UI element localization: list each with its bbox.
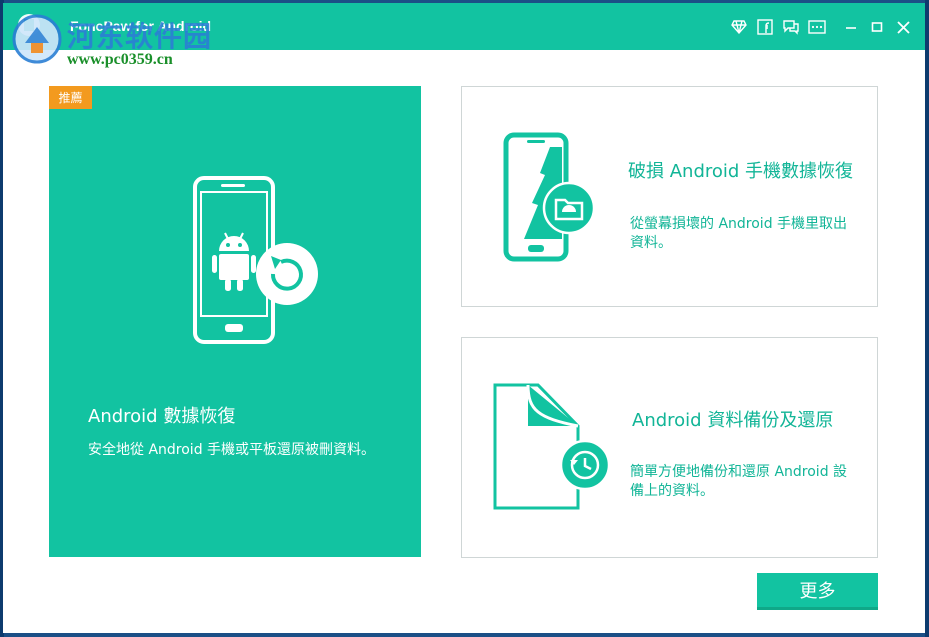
menu-icon[interactable]: [807, 17, 827, 37]
broken-card-title: 破損 Android 手機數據恢復: [628, 161, 854, 182]
close-icon[interactable]: [893, 17, 913, 37]
broken-card-description: 從螢幕損壞的 Android 手機里取出資料。: [630, 216, 848, 251]
backup-card-description: 簡單方便地備份和還原 Android 設備上的資料。: [630, 464, 848, 499]
recommended-badge: 推薦: [49, 86, 92, 109]
backup-card-title: Android 資料備份及還原: [632, 410, 834, 431]
window-title: FonePaw for Android: [70, 18, 212, 34]
app-window: FonePaw for Android 推薦 Android 數據恢復 安全地從…: [3, 3, 925, 633]
app-logo-icon: [18, 14, 40, 36]
main-card-description: 安全地從 Android 手機或平板還原被刪資料。: [88, 442, 376, 458]
diamond-icon[interactable]: [729, 17, 749, 37]
broken-phone-icon: [503, 132, 596, 262]
desktop-edge-right: [925, 0, 929, 637]
android-data-recovery-card[interactable]: 推薦 Android 數據恢復 安全地從 Android 手機或平板還原被刪資料…: [49, 86, 421, 557]
feedback-icon[interactable]: [781, 17, 801, 37]
android-backup-restore-card[interactable]: Android 資料備份及還原 簡單方便地備份和還原 Android 設備上的資…: [461, 337, 878, 558]
minimize-icon[interactable]: [841, 17, 861, 37]
broken-android-recovery-card[interactable]: 破損 Android 手機數據恢復 從螢幕損壞的 Android 手機里取出資料…: [461, 86, 878, 307]
maximize-icon[interactable]: [867, 17, 887, 37]
phone-restore-icon: [193, 176, 318, 344]
facebook-icon[interactable]: [755, 17, 775, 37]
main-card-title: Android 數據恢復: [88, 406, 236, 427]
watermark-url: www.pc0359.cn: [67, 51, 173, 68]
backup-document-icon: [493, 383, 611, 510]
more-button[interactable]: 更多: [757, 573, 878, 610]
title-bar[interactable]: FonePaw for Android: [3, 3, 925, 50]
